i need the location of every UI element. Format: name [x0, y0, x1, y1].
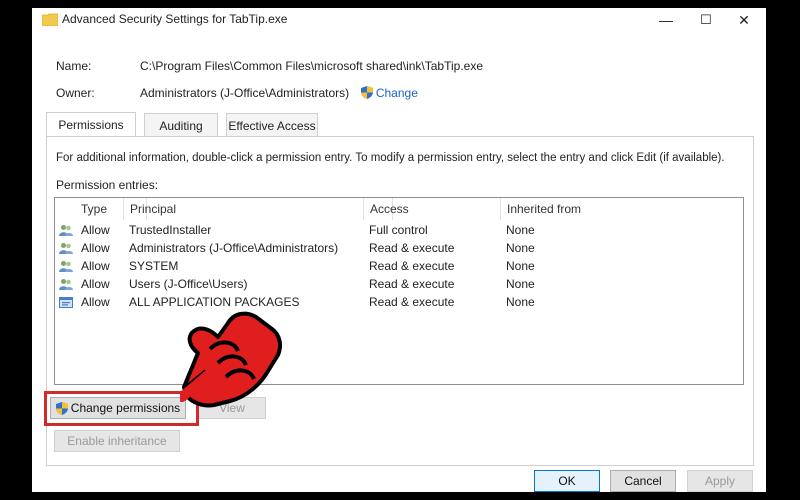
table-row[interactable]: Allow Administrators (J-Office\Administr… [55, 240, 743, 258]
maximize-button[interactable]: ☐ [686, 8, 726, 32]
tab-effective-access[interactable]: Effective Access [226, 113, 318, 137]
column-header-principal[interactable]: Principal [123, 198, 393, 220]
permissions-info-text: For additional information, double-click… [56, 152, 725, 164]
enable-inheritance-button[interactable]: Enable inheritance [54, 430, 180, 452]
row-access: Read & execute [369, 295, 455, 309]
row-principal: TrustedInstaller [129, 223, 212, 237]
owner-label: Owner: [56, 86, 95, 100]
apply-button[interactable]: Apply [687, 470, 753, 492]
users-icon [59, 243, 73, 254]
change-permissions-highlight-box [44, 391, 199, 426]
table-row[interactable]: Allow SYSTEM Read & execute None [55, 258, 743, 276]
change-link-label[interactable]: Change [376, 86, 418, 100]
minimize-button[interactable]: — [646, 8, 686, 32]
column-header-access[interactable]: Access [363, 198, 501, 220]
row-inherited: None [506, 223, 535, 237]
row-access: Full control [369, 223, 428, 237]
owner-row: Administrators (J-Office\Administrators)… [140, 86, 418, 100]
name-label: Name: [56, 59, 92, 73]
row-principal: Administrators (J-Office\Administrators) [129, 241, 339, 255]
app-packages-icon [59, 297, 73, 308]
window-title: Advanced Security Settings for TabTip.ex… [62, 12, 288, 26]
pointing-hand-icon [180, 311, 282, 408]
users-icon [59, 225, 73, 236]
row-principal: Users (J-Office\Users) [129, 277, 248, 291]
change-owner-link[interactable]: Change [360, 86, 418, 100]
row-type: Allow [81, 277, 110, 291]
close-button[interactable]: ✕ [724, 8, 764, 32]
permission-entries-table[interactable]: Type Principal Access Inherited from All… [54, 197, 744, 385]
row-type: Allow [81, 223, 110, 237]
permission-entries-label: Permission entries: [56, 178, 159, 192]
owner-value: Administrators (J-Office\Administrators) [140, 86, 350, 100]
row-access: Read & execute [369, 277, 455, 291]
row-inherited: None [506, 277, 535, 291]
table-row[interactable]: Allow ALL APPLICATION PACKAGES Read & ex… [55, 294, 743, 312]
cancel-button[interactable]: Cancel [610, 470, 676, 492]
users-icon [59, 279, 73, 290]
tab-auditing[interactable]: Auditing [144, 113, 218, 137]
name-value: C:\Program Files\Common Files\microsoft … [140, 59, 483, 73]
row-inherited: None [506, 259, 535, 273]
row-inherited: None [506, 241, 535, 255]
users-icon [59, 261, 73, 272]
row-access: Read & execute [369, 241, 455, 255]
row-principal: SYSTEM [129, 259, 179, 273]
uac-shield-icon [360, 86, 373, 99]
table-row[interactable]: Allow TrustedInstaller Full control None [55, 222, 743, 240]
tab-permissions[interactable]: Permissions [46, 112, 136, 137]
table-row[interactable]: Allow Users (J-Office\Users) Read & exec… [55, 276, 743, 294]
row-type: Allow [81, 295, 110, 309]
row-type: Allow [81, 241, 110, 255]
row-access: Read & execute [369, 259, 455, 273]
row-inherited: None [506, 295, 535, 309]
folder-icon [42, 13, 58, 26]
row-type: Allow [81, 259, 110, 273]
column-header-inherited-from[interactable]: Inherited from [500, 198, 743, 220]
ok-button[interactable]: OK [534, 470, 600, 492]
title-bar: Advanced Security Settings for TabTip.ex… [32, 8, 766, 32]
